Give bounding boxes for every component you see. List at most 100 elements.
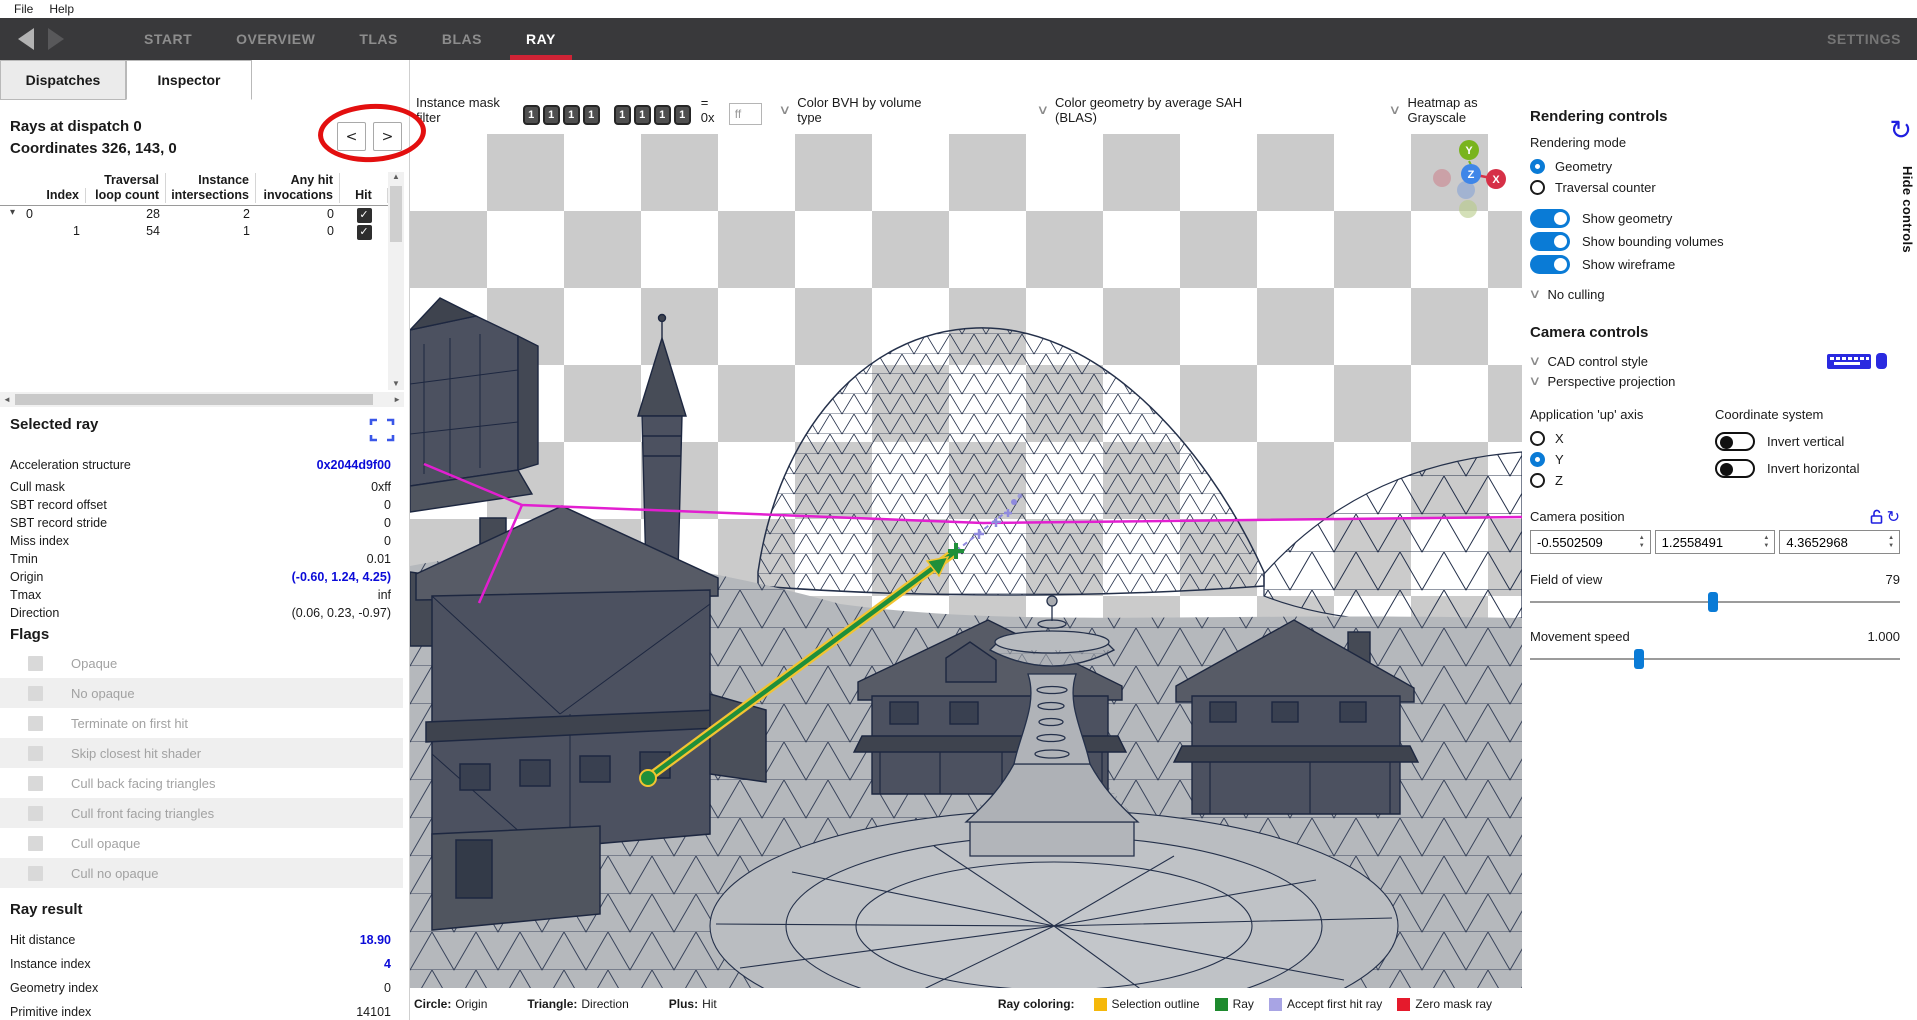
- tab-overview[interactable]: OVERVIEW: [214, 18, 337, 60]
- inspector-tabs: Dispatches Inspector: [0, 60, 252, 100]
- axis-gizmo[interactable]: Y Z X: [1433, 140, 1506, 218]
- heatmap-dropdown[interactable]: ∨ Heatmap as Grayscale: [1390, 95, 1522, 125]
- table-horizontal-scrollbar[interactable]: ◄ ►: [0, 392, 404, 407]
- field-of-view-slider[interactable]: [1530, 591, 1900, 613]
- slider-thumb[interactable]: [1708, 592, 1718, 612]
- hide-controls-button[interactable]: Hide controls: [1900, 166, 1915, 253]
- flag-checkbox[interactable]: [28, 716, 43, 731]
- radio-traversal-counter[interactable]: Traversal counter: [1530, 177, 1900, 198]
- tab-settings[interactable]: SETTINGS: [1827, 31, 1901, 47]
- table-row[interactable]: 1 54 1 0 ✓: [0, 223, 388, 240]
- bvh-coloring-dropdown[interactable]: ∨ Color BVH by volume type: [780, 95, 930, 125]
- spinner-arrows-icon[interactable]: ▲▼: [1639, 535, 1650, 549]
- caret-down-icon[interactable]: ▾: [10, 207, 15, 218]
- movement-speed-label: Movement speed: [1530, 629, 1630, 644]
- flag-checkbox[interactable]: [28, 686, 43, 701]
- flag-checkbox[interactable]: [28, 836, 43, 851]
- wireframe-hills: [1264, 452, 1522, 623]
- rendering-controls-panel: Rendering controls Rendering mode Geomet…: [1522, 60, 1916, 1020]
- scroll-left-icon[interactable]: ◄: [3, 395, 11, 404]
- culling-dropdown[interactable]: ∨No culling: [1530, 284, 1900, 304]
- toggle-off-icon[interactable]: [1715, 459, 1755, 478]
- radio-icon[interactable]: [1530, 159, 1545, 174]
- camera-position-label: Camera position: [1530, 509, 1625, 524]
- mask-bit-button[interactable]: 1: [614, 105, 631, 125]
- lock-open-icon[interactable]: [1870, 509, 1883, 524]
- camera-y-input[interactable]: [1656, 535, 1752, 550]
- radio-up-axis-y[interactable]: Y: [1530, 449, 1715, 470]
- toggle-show-wireframe[interactable]: Show wireframe: [1530, 253, 1900, 276]
- flag-checkbox[interactable]: [28, 776, 43, 791]
- camera-x-field[interactable]: ▲▼: [1530, 530, 1651, 554]
- spinner-arrows-icon[interactable]: ▲▼: [1763, 535, 1774, 549]
- mask-bit-button[interactable]: 1: [523, 105, 540, 125]
- ray-navigation: < >: [337, 122, 402, 151]
- mask-bit-button[interactable]: 1: [543, 105, 560, 125]
- scroll-up-icon[interactable]: ▲: [392, 172, 400, 181]
- selection-corners-icon[interactable]: [368, 416, 396, 444]
- menu-file[interactable]: File: [6, 1, 41, 17]
- table-vertical-scrollbar[interactable]: ▲ ▼: [388, 172, 404, 390]
- tab-blas[interactable]: BLAS: [420, 18, 504, 60]
- radio-icon[interactable]: [1530, 473, 1545, 488]
- reset-position-icon[interactable]: ↻: [1887, 507, 1900, 526]
- flag-checkbox[interactable]: [28, 806, 43, 821]
- menu-help[interactable]: Help: [41, 1, 82, 17]
- flag-checkbox[interactable]: [28, 746, 43, 761]
- camera-z-input[interactable]: [1780, 535, 1876, 550]
- field-of-view-value: 79: [1886, 572, 1900, 587]
- forward-arrow-icon[interactable]: [48, 28, 64, 50]
- movement-speed-slider[interactable]: [1530, 648, 1900, 670]
- toggle-show-geometry[interactable]: Show geometry: [1530, 207, 1900, 230]
- tab-ray[interactable]: RAY: [504, 18, 578, 60]
- 3d-viewport[interactable]: Y Z X: [410, 134, 1522, 988]
- tab-tlas[interactable]: TLAS: [337, 18, 420, 60]
- scrollbar-thumb[interactable]: [15, 394, 373, 405]
- flag-checkbox[interactable]: [28, 656, 43, 671]
- radio-geometry[interactable]: Geometry: [1530, 156, 1900, 177]
- mask-bit-button[interactable]: 1: [654, 105, 671, 125]
- toggle-on-icon[interactable]: [1530, 232, 1570, 251]
- toggle-on-icon[interactable]: [1530, 255, 1570, 274]
- tab-dispatches[interactable]: Dispatches: [0, 60, 126, 100]
- flag-checkbox[interactable]: [28, 866, 43, 881]
- tab-start[interactable]: START: [122, 18, 214, 60]
- ray-inspector-window: { "menubar": { "items": ["File", "Help"]…: [0, 0, 1917, 1020]
- scroll-right-icon[interactable]: ►: [393, 395, 401, 404]
- toggle-off-icon[interactable]: [1715, 432, 1755, 451]
- slider-thumb[interactable]: [1634, 649, 1644, 669]
- keyboard-mouse-icon[interactable]: [1826, 351, 1888, 371]
- mask-bit-button[interactable]: 1: [583, 105, 600, 125]
- radio-up-axis-x[interactable]: X: [1530, 428, 1715, 449]
- mask-bit-button[interactable]: 1: [563, 105, 580, 125]
- radio-icon[interactable]: [1530, 180, 1545, 195]
- camera-y-field[interactable]: ▲▼: [1655, 530, 1776, 554]
- toggle-invert-horizontal[interactable]: Invert horizontal: [1715, 455, 1900, 482]
- scrollbar-thumb[interactable]: [390, 186, 402, 242]
- rendering-controls-heading: Rendering controls: [1530, 108, 1900, 125]
- mask-bit-button[interactable]: 1: [634, 105, 651, 125]
- toggle-invert-vertical[interactable]: Invert vertical: [1715, 428, 1900, 455]
- toggle-on-icon[interactable]: [1530, 209, 1570, 228]
- mask-bit-button[interactable]: 1: [674, 105, 691, 125]
- control-style-dropdown[interactable]: ∨CAD control style: [1530, 351, 1900, 371]
- reset-view-icon[interactable]: ↻: [1889, 116, 1912, 146]
- table-row[interactable]: ▾ 0 28 2 0 ✓: [0, 206, 388, 223]
- scroll-down-icon[interactable]: ▼: [392, 379, 400, 388]
- main-area: Dispatches Inspector Rays at dispatch 0 …: [0, 60, 1917, 1020]
- mask-hex-input[interactable]: [729, 103, 762, 125]
- radio-icon[interactable]: [1530, 431, 1545, 446]
- toggle-show-bounding-volumes[interactable]: Show bounding volumes: [1530, 230, 1900, 253]
- projection-dropdown[interactable]: ∨Perspective projection: [1530, 371, 1900, 391]
- spinner-arrows-icon[interactable]: ▲▼: [1888, 535, 1899, 549]
- camera-x-input[interactable]: [1531, 535, 1627, 550]
- ray-result-fields: Hit distance18.90 Instance index4 Geomet…: [10, 928, 391, 1020]
- radio-icon[interactable]: [1530, 452, 1545, 467]
- camera-z-field[interactable]: ▲▼: [1779, 530, 1900, 554]
- next-ray-button[interactable]: >: [373, 122, 402, 151]
- tab-inspector[interactable]: Inspector: [126, 60, 252, 100]
- back-arrow-icon[interactable]: [18, 28, 34, 50]
- radio-up-axis-z[interactable]: Z: [1530, 470, 1715, 491]
- geometry-coloring-dropdown[interactable]: ∨ Color geometry by average SAH (BLAS): [1038, 95, 1259, 125]
- previous-ray-button[interactable]: <: [337, 122, 366, 151]
